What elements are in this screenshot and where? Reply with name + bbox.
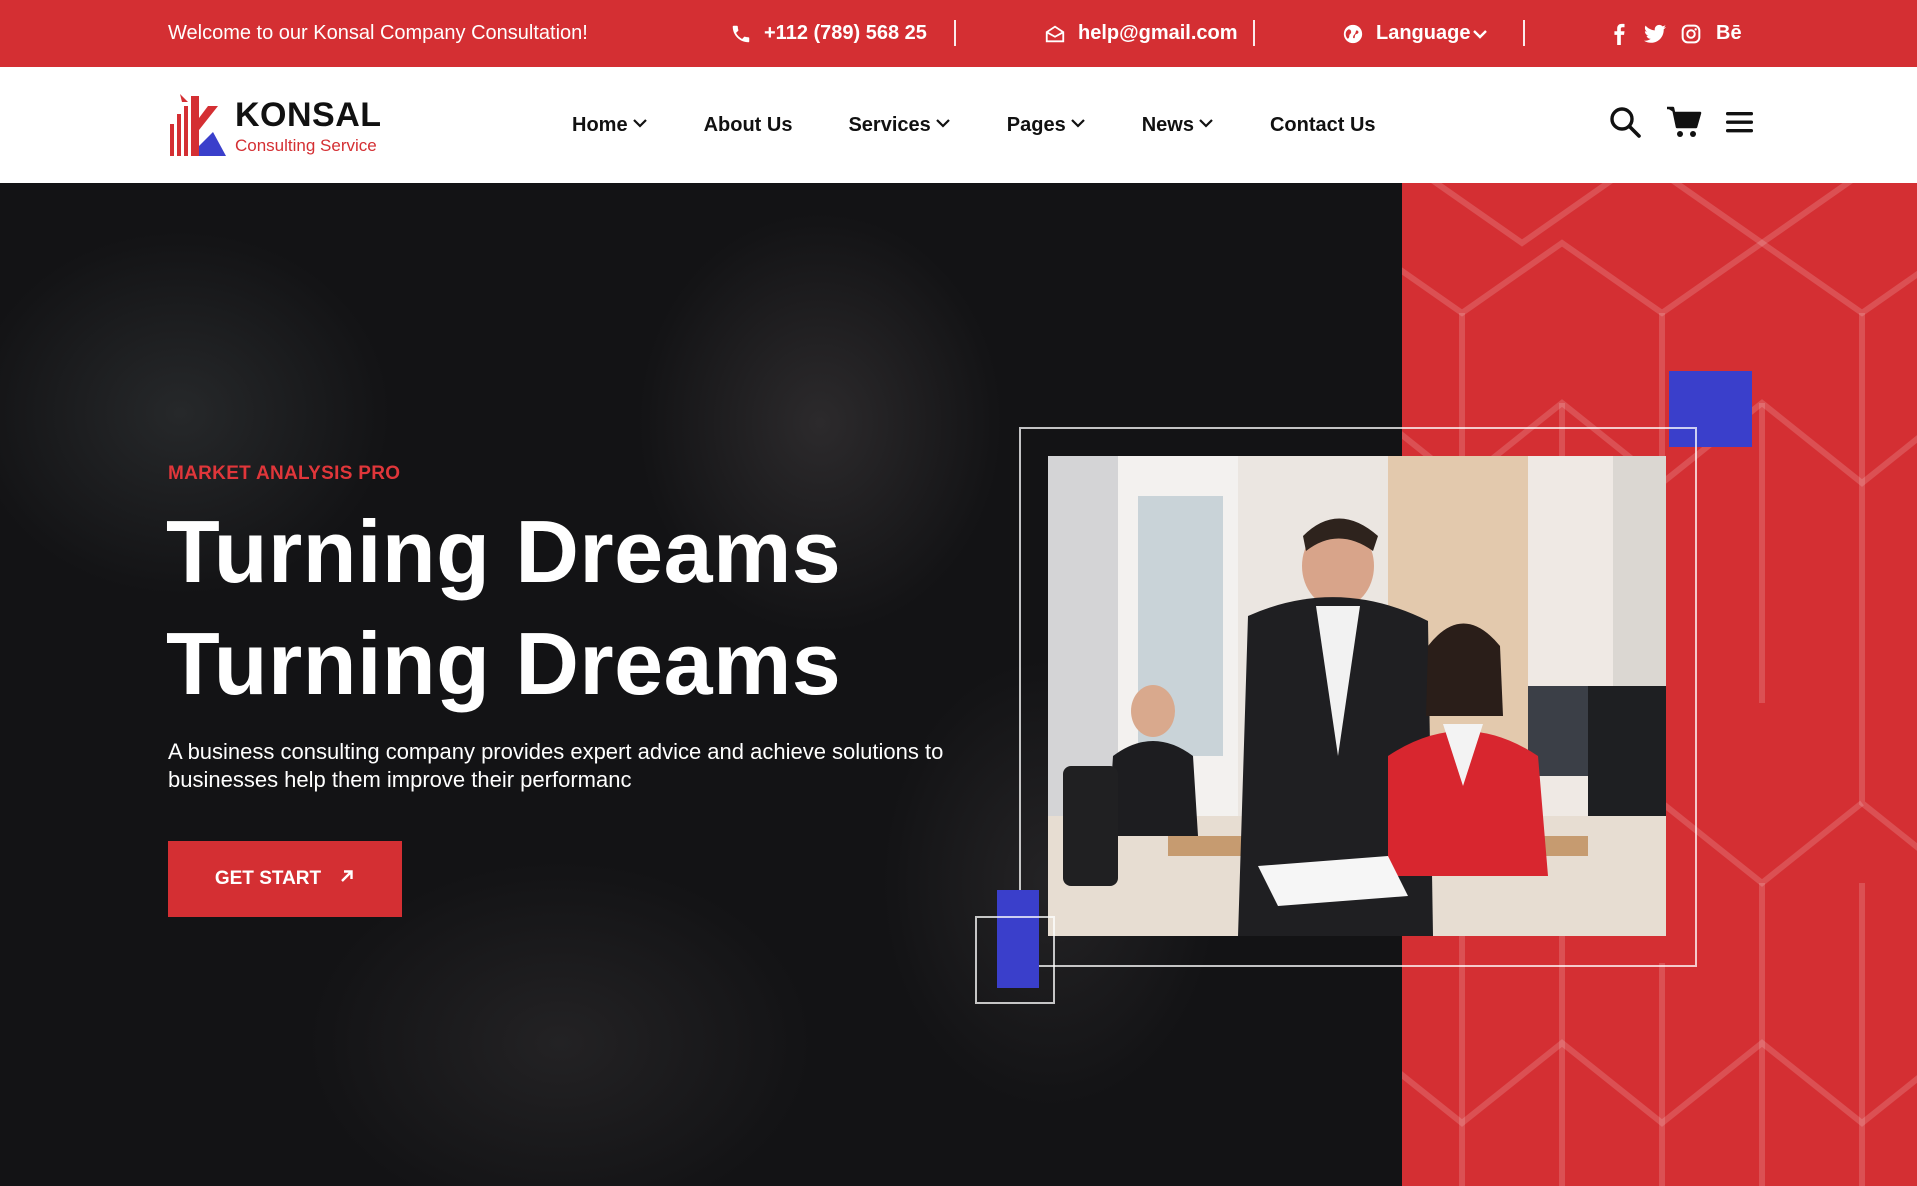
nav-item-home[interactable]: Home [572, 114, 648, 137]
cart-icon[interactable] [1666, 105, 1702, 139]
nav-item-label: About Us [703, 113, 793, 136]
nav-item-services[interactable]: Services [848, 114, 950, 137]
behance-icon[interactable]: Bē [1716, 22, 1742, 45]
hero-title: Turning Dreams Turning Dreams [166, 496, 841, 720]
search-icon[interactable] [1608, 105, 1642, 139]
phone-link[interactable]: +112 (789) 568 25 [730, 0, 927, 67]
hero-office-photo [1048, 456, 1666, 936]
hero-description: A business consulting company provides e… [168, 739, 944, 792]
phone-number: +112 (789) 568 25 [764, 22, 927, 44]
nav-item-label: Services [848, 113, 931, 136]
logo[interactable]: KONSAL Consulting Service [168, 94, 388, 158]
nav-item-about[interactable]: About Us [704, 114, 793, 137]
globe-icon [1342, 23, 1364, 45]
hero-subtitle: MARKET ANALYSIS PRO [168, 463, 401, 484]
hamburger-menu-icon[interactable] [1724, 105, 1758, 139]
button-label: GET START [214, 868, 322, 889]
divider [1253, 20, 1255, 46]
twitter-icon[interactable] [1644, 24, 1666, 44]
instagram-icon[interactable] [1680, 24, 1702, 44]
main-menu: Home About Us Services Pages News Contac… [572, 67, 1432, 183]
email-link[interactable]: help@gmail.com [1044, 0, 1238, 67]
hero-title-line: Turning Dreams [166, 502, 842, 601]
arrow-up-right-icon [339, 868, 355, 890]
divider [1523, 20, 1525, 46]
nav-item-contact[interactable]: Contact Us [1270, 114, 1376, 137]
hero-section: MARKET ANALYSIS PRO Turning Dreams Turni… [0, 183, 1917, 1186]
chevron-down-icon [632, 114, 648, 137]
social-links: Bē [1608, 0, 1742, 67]
chevron-down-icon [1070, 114, 1086, 137]
chevron-down-icon [935, 114, 951, 137]
logo-brand: KONSAL [235, 96, 382, 134]
chevron-down-icon [1198, 114, 1214, 137]
nav-item-label: Home [572, 113, 628, 136]
chevron-down-icon [1472, 26, 1488, 42]
nav-item-pages[interactable]: Pages [1007, 114, 1086, 137]
decorative-small-frame [975, 916, 1055, 1004]
logo-tagline: Consulting Service [235, 136, 377, 155]
logo-mark-icon [170, 94, 226, 156]
divider [954, 20, 956, 46]
facebook-icon[interactable] [1608, 23, 1630, 45]
nav-item-label: Contact Us [1269, 113, 1376, 136]
language-selector[interactable]: Language [1342, 0, 1488, 67]
nav-actions [1608, 105, 1758, 139]
get-start-button[interactable]: GET START [168, 841, 402, 917]
envelope-icon [1044, 23, 1066, 45]
welcome-text: Welcome to our Konsal Company Consultati… [168, 22, 588, 44]
top-bar: Welcome to our Konsal Company Consultati… [0, 0, 1917, 67]
hero-title-line: Turning Dreams [166, 614, 842, 713]
phone-icon [730, 23, 752, 45]
email-address: help@gmail.com [1078, 22, 1238, 44]
main-navbar: KONSAL Consulting Service Home About Us … [0, 67, 1917, 183]
nav-item-label: News [1141, 113, 1194, 136]
nav-item-label: Pages [1006, 113, 1066, 136]
language-label: Language [1376, 22, 1471, 44]
nav-item-news[interactable]: News [1142, 114, 1214, 137]
